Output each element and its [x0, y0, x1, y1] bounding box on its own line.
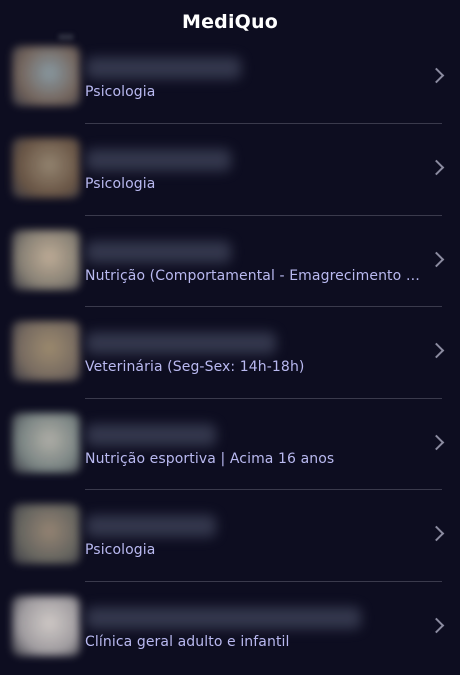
list-item[interactable]: Psicologia: [0, 124, 460, 216]
avatar: [12, 138, 80, 198]
avatar: [12, 412, 80, 473]
chevron-right-icon: [428, 434, 445, 450]
avatar: [12, 504, 80, 564]
professional-name-redacted: [86, 423, 216, 446]
page-title: MediQuo: [181, 11, 279, 33]
specialty-label: Psicologia: [85, 542, 156, 558]
specialty-label: Nutrição esportiva | Acima 16 anos: [85, 450, 335, 467]
specialty-label: Clínica geral adulto e infantil: [85, 633, 290, 650]
list-item[interactable]: Psicologia: [0, 32, 460, 124]
avatar: [12, 321, 80, 381]
specialty-label: Nutrição (Comportamental - Emagrecimento…: [85, 267, 420, 284]
professional-name-redacted: [86, 149, 231, 171]
list-item[interactable]: Nutrição (Comportamental - Emagrecimento…: [0, 216, 460, 307]
avatar: [12, 595, 80, 656]
professional-name-redacted: [86, 515, 216, 537]
professional-name-redacted: [86, 332, 276, 354]
specialty-label: Veterinária (Seg-Sex: 14h-18h): [85, 359, 305, 375]
chevron-right-icon: [428, 617, 445, 633]
professional-list: Psicologia Psicologia Nutrição (Comporta…: [0, 32, 460, 673]
list-item[interactable]: Clínica geral adulto e infantil: [0, 582, 460, 674]
professional-name-redacted: [86, 606, 361, 629]
list-item[interactable]: Psicologia: [0, 490, 460, 582]
list-item[interactable]: Nutrição esportiva | Acima 16 anos: [0, 399, 460, 490]
chevron-right-icon: [428, 251, 445, 267]
chevron-right-icon: [428, 67, 445, 84]
list-item[interactable]: Veterinária (Seg-Sex: 14h-18h): [0, 307, 460, 399]
chevron-right-icon: [428, 342, 445, 359]
avatar: [12, 46, 80, 106]
professional-name-redacted: [86, 240, 231, 263]
professional-name-redacted: [86, 57, 241, 79]
avatar: [12, 229, 80, 290]
specialty-label: Psicologia: [85, 176, 156, 192]
chevron-right-icon: [428, 159, 445, 176]
chevron-right-icon: [428, 525, 445, 542]
specialty-label: Psicologia: [85, 84, 156, 100]
